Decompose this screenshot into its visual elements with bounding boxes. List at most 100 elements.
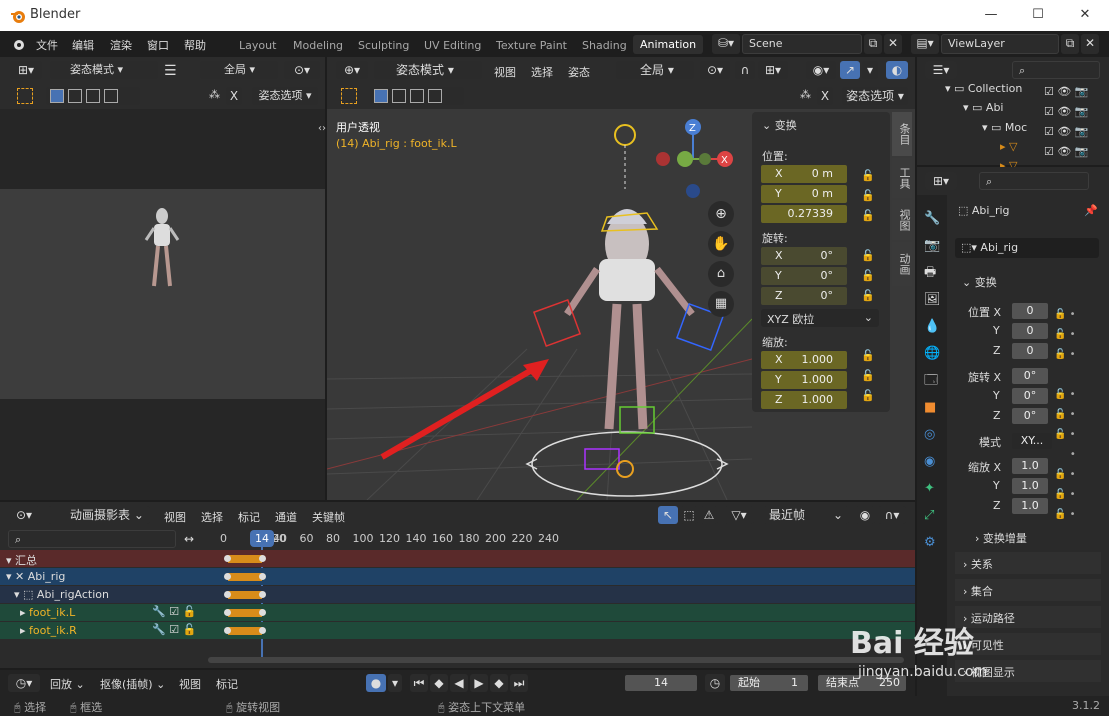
keyframe-marker[interactable] <box>224 609 231 616</box>
prev-key-icon[interactable]: ◆ <box>430 674 448 692</box>
channel-toggles[interactable]: 🔧 ☑ 🔓 <box>152 623 196 636</box>
channel-toggles[interactable]: 🔧 ☑ 🔓 <box>152 605 196 618</box>
scale-x-field[interactable]: X 1.000 <box>761 351 847 369</box>
timeline-view-menu[interactable]: 视图 <box>179 676 201 692</box>
tab-shading[interactable]: Shading <box>582 39 627 52</box>
main-mirror-icon[interactable]: ⁂ <box>800 88 811 101</box>
dopesheet-mode-dropdown[interactable]: 动画摄影表 ⌄ <box>48 506 150 524</box>
menu-render[interactable]: 渲染 <box>110 37 132 53</box>
prop-rot-z[interactable]: 0° <box>1012 408 1048 424</box>
keyframe-marker[interactable] <box>224 591 231 598</box>
next-key-icon[interactable]: ◆ <box>490 674 508 692</box>
left-snap-icon[interactable]: ⊙▾ <box>284 61 320 79</box>
main-transform-dropdown[interactable]: 全局 ▾ <box>616 61 694 79</box>
select-invert-icon[interactable] <box>104 89 118 103</box>
prop-mode-dropdown[interactable]: XY... <box>1012 433 1052 449</box>
properties-tab-icons[interactable]: 🔧 📷 🖶 🖼 💧 🌐 🗔 ■ ◎ ◉ ✦ ⤢ ⚙ <box>924 205 941 556</box>
ds-menu-marker[interactable]: 标记 <box>238 509 260 525</box>
lock-icons-column[interactable]: 🔓 🔓 🔓 🔓 🔓 🔓 🔓 🔓 🔓 <box>861 166 875 406</box>
keyframe-marker[interactable] <box>259 573 266 580</box>
main-menu-pose[interactable]: 姿态 <box>568 64 590 80</box>
collapse-arrow-icon[interactable]: ‹› <box>318 123 326 134</box>
viewlayer-selector-icon[interactable]: ▤▾ <box>911 34 939 54</box>
pivot-icon[interactable]: ⊙▾ <box>700 61 730 79</box>
tab-animation-side[interactable]: 动画 <box>892 242 912 286</box>
gizmo-toggle-icon[interactable]: ↗ <box>840 61 860 79</box>
channel-row[interactable]: ▾ 汇总 <box>0 550 915 567</box>
keyframe-marker[interactable] <box>259 627 266 634</box>
keyframe-marker[interactable] <box>224 555 231 562</box>
falloff-icon[interactable]: ∩▾ <box>878 506 906 524</box>
prop-loc-x[interactable]: 0 <box>1012 303 1048 319</box>
main-menu-select[interactable]: 选择 <box>531 64 553 80</box>
visibility-icon[interactable]: ◉▾ <box>806 61 836 79</box>
outliner-row-mesh-1[interactable]: ▸ ▽ <box>1000 140 1017 153</box>
tab-tool[interactable]: 工具 <box>892 158 912 198</box>
filter-icon[interactable]: ▽▾ <box>724 506 754 524</box>
prop-scale-z[interactable]: 1.0 <box>1012 498 1048 514</box>
outliner-row-moc[interactable]: ▾ ▭ Moc <box>982 121 1027 134</box>
viewlayer-field[interactable]: ViewLayer <box>941 34 1059 54</box>
left-mode-dropdown[interactable]: 姿态模式 ▾ <box>50 61 158 79</box>
main-x-mirror-toggle[interactable]: X <box>817 87 833 105</box>
scale-y-field[interactable]: Y 1.000 <box>761 371 847 389</box>
new-scene-icon[interactable]: ⧉ <box>864 34 882 54</box>
left-pose-options[interactable]: 姿态选项 ▾ <box>252 87 318 105</box>
tab-animation[interactable]: Animation <box>633 35 704 54</box>
prop-loc-z[interactable]: 0 <box>1012 343 1048 359</box>
menu-edit[interactable]: 编辑 <box>72 37 94 53</box>
main-select-new-icon[interactable] <box>374 89 388 103</box>
playback-menu[interactable]: 回放 ⌄ <box>50 676 85 692</box>
tab-item[interactable]: 条目 <box>892 112 912 156</box>
channel-expand-icon[interactable]: ▾ <box>6 554 15 567</box>
tab-modeling[interactable]: Modeling <box>293 39 343 52</box>
jump-end-icon[interactable]: ⏭ <box>510 674 528 692</box>
prop-scale-y[interactable]: 1.0 <box>1012 478 1048 494</box>
record-button[interactable]: ● <box>366 674 386 692</box>
channel-row[interactable]: ▸ foot_ik.R 🔧 ☑ 🔓 <box>0 622 915 639</box>
channel-expand-icon[interactable]: ▸ <box>20 606 29 619</box>
tab-layout[interactable]: Layout <box>239 39 276 52</box>
gizmo-dropdown-icon[interactable]: ▾ <box>862 61 878 79</box>
delete-scene-icon[interactable]: ✕ <box>884 34 902 54</box>
rotation-y-field[interactable]: Y 0° <box>761 267 847 285</box>
snap-magnet-icon[interactable]: ∩ <box>735 61 755 79</box>
prop-loc-y[interactable]: 0 <box>1012 323 1048 339</box>
only-errors-icon[interactable]: ⚠ <box>700 506 718 524</box>
editor-type-icon[interactable]: ⊞▾ <box>10 61 42 79</box>
main-mode-dropdown[interactable]: 姿态模式 ▾ <box>374 61 482 79</box>
channel-expand-icon[interactable]: ▸ <box>20 624 29 637</box>
timeline-scrollbar[interactable] <box>208 657 904 663</box>
tab-sculpting[interactable]: Sculpting <box>358 39 409 52</box>
record-options-icon[interactable]: ▾ <box>388 674 402 692</box>
zoom-icon[interactable]: ⊕ <box>708 201 734 227</box>
keyframe-marker[interactable] <box>224 627 231 634</box>
main-select-tool-icon[interactable] <box>341 88 357 104</box>
scene-field[interactable]: Scene <box>742 34 862 54</box>
keying-menu[interactable]: 抠像(插帧) ⌄ <box>100 676 165 692</box>
hamburger-icon[interactable]: ☰ <box>164 63 177 79</box>
rotation-x-field[interactable]: X 0° <box>761 247 847 265</box>
overlay-toggle-icon[interactable]: ◐ <box>886 61 908 79</box>
ds-menu-key[interactable]: 关键帧 <box>312 509 345 525</box>
prop-lock-column[interactable]: 🔓 • 🔓 • 🔓 • 🔓 • 🔓 • 🔓 • • 🔓 • 🔓 • 🔓 • <box>1054 305 1076 525</box>
keyframe-marker[interactable] <box>259 591 266 598</box>
menu-help[interactable]: 帮助 <box>184 37 206 53</box>
main-select-mode-group[interactable] <box>370 87 464 105</box>
location-z-field[interactable]: 0.27339 <box>761 205 847 223</box>
ds-menu-select[interactable]: 选择 <box>201 509 223 525</box>
section-relations[interactable]: › 关系 <box>955 552 1101 574</box>
left-transform-dropdown[interactable]: 全局 ▾ <box>200 61 278 79</box>
select-mode-group[interactable] <box>46 87 140 105</box>
tab-uv-editing[interactable]: UV Editing <box>424 39 481 52</box>
object-tab-icon[interactable]: ■ <box>924 400 936 415</box>
channel-row[interactable]: ▾ ✕ Abi_rig <box>0 568 915 585</box>
main-pose-options[interactable]: 姿态选项 ▾ <box>842 87 908 105</box>
snap-target-icon[interactable]: ⊞▾ <box>758 61 788 79</box>
prop-rot-y[interactable]: 0° <box>1012 388 1048 404</box>
new-viewlayer-icon[interactable]: ⧉ <box>1061 34 1079 54</box>
show-hidden-icon[interactable]: ⬚ <box>680 506 698 524</box>
transform-section-header[interactable]: ⌄ 变换 <box>962 274 997 290</box>
timeline-marker-menu[interactable]: 标记 <box>216 676 238 692</box>
rotation-z-field[interactable]: Z 0° <box>761 287 847 305</box>
